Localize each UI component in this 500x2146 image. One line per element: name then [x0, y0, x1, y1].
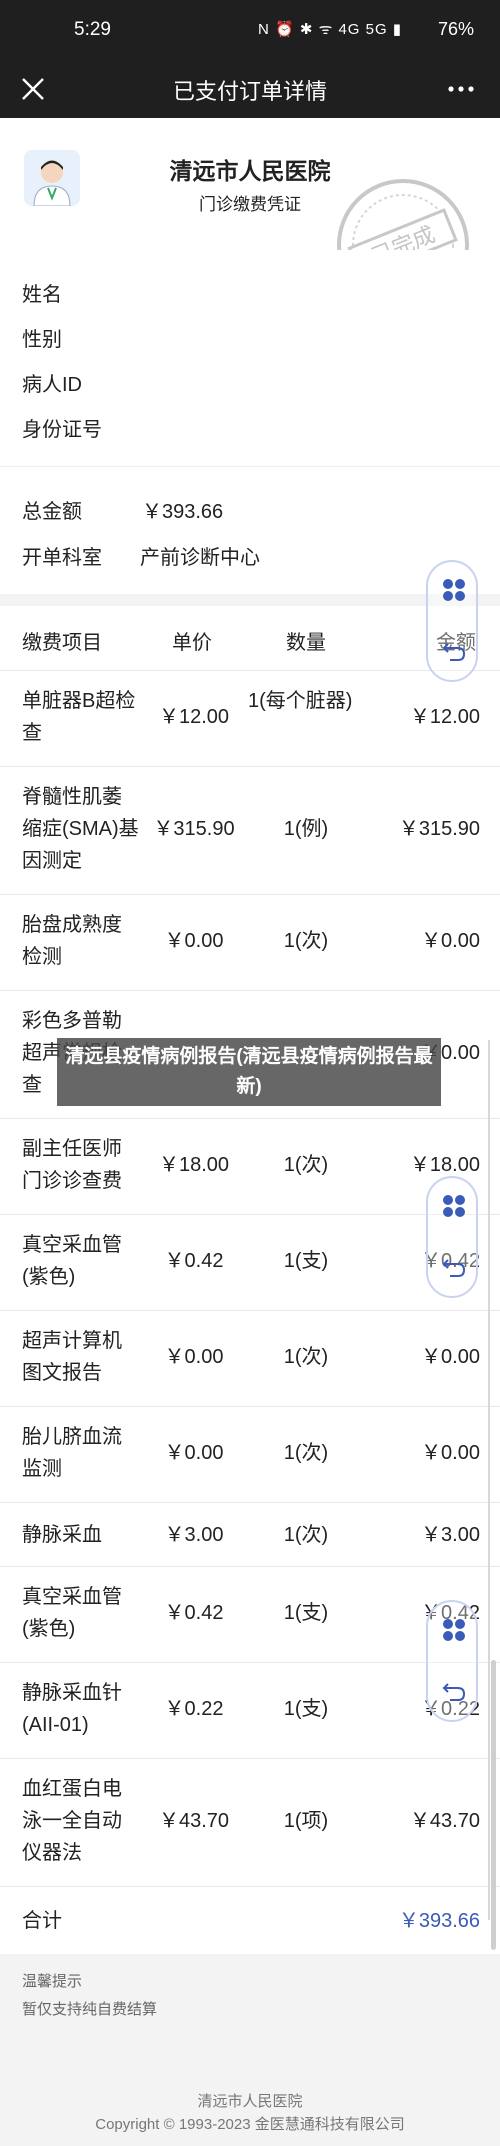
item-price: ￥315.90 [153, 818, 235, 840]
table-row: 胎盘成熟度检测 ￥0.00 1(次) ￥0.00 [0, 894, 500, 990]
page-title: 已支付订单详情 [172, 79, 327, 104]
table-row: 脊髓性肌萎缩症(SMA)基因测定 ￥315.90 1(例) ￥315.90 [0, 766, 500, 894]
hospital-header: 清远市人民医院 门诊缴费凭证 已完成 [0, 118, 500, 311]
item-price: ￥0.22 [164, 1698, 224, 1720]
item-price: ￥18.00 [158, 1154, 230, 1176]
item-amount: ￥43.70 [409, 1810, 480, 1832]
total-value: ￥393.66 [398, 1910, 480, 1932]
table-row: 真空采血管(紫色) ￥0.42 1(支) ￥0.42 [0, 1214, 500, 1310]
item-qty: 1(次) [283, 1524, 329, 1546]
patient-name-label: 姓名 [22, 284, 62, 306]
floating-menu-button[interactable] [426, 1176, 478, 1298]
item-name: 真空采血管(紫色) [22, 1586, 122, 1640]
patient-gender-label: 性别 [22, 329, 62, 351]
item-price: ￥0.00 [164, 930, 224, 952]
item-name: 静脉采血针(AII-01) [22, 1682, 122, 1736]
status-bar: 5:29 N ⏰ ✱ ᯤ 4G 5G ▮ 76% [0, 0, 500, 60]
table-row: 静脉采血 ￥3.00 1(次) ￥3.00 [0, 1502, 500, 1566]
table-row: 血红蛋白电泳一全自动仪器法 ￥43.70 1(项) ￥43.70 [0, 1758, 500, 1886]
item-amount: ￥12.00 [409, 706, 480, 728]
divider [488, 1040, 490, 1920]
item-qty: 1(每个脏器) [248, 690, 353, 712]
back-arrow-icon [442, 643, 466, 661]
back-arrow-icon [442, 1683, 466, 1701]
patient-id-label: 病人ID [22, 374, 82, 396]
grid-menu-icon [443, 579, 465, 601]
table-row: 静脉采血针(AII-01) ￥0.22 1(支) ￥0.22 [0, 1662, 500, 1758]
table-header: 缴费项目 单价 数量 金额 [0, 606, 500, 670]
total-amount-label: 总金额 [22, 501, 82, 523]
overlay-caption: 清远县疫情病例报告(清远县疫情病例报告最新) [57, 1038, 441, 1106]
grid-menu-icon [443, 1619, 465, 1641]
department-label: 开单科室 [22, 547, 102, 569]
item-name: 副主任医师门诊诊查费 [22, 1138, 122, 1192]
fee-table: 缴费项目 单价 数量 金额 单脏器B超检查 ￥12.00 1(每个脏器) ￥12… [0, 606, 500, 1954]
tips-body: 暂仅支持纯自费结算 [22, 2001, 158, 2018]
item-qty: 1(例) [283, 818, 329, 840]
item-qty: 1(次) [283, 1154, 329, 1176]
item-qty: 1(次) [283, 1346, 329, 1368]
floating-menu-button[interactable] [426, 560, 478, 682]
item-qty: 1(次) [283, 930, 329, 952]
item-amount: ￥315.90 [398, 818, 480, 840]
item-name: 胎盘成熟度检测 [22, 914, 122, 968]
table-row: 超声计算机图文报告 ￥0.00 1(次) ￥0.00 [0, 1310, 500, 1406]
item-name: 血红蛋白电泳一全自动仪器法 [22, 1778, 122, 1864]
back-arrow-icon [442, 1259, 466, 1277]
col-item-header: 缴费项目 [22, 632, 102, 654]
patient-idcard-label: 身份证号 [22, 419, 102, 441]
nav-bar: 已支付订单详情 [0, 60, 500, 118]
tips-title: 温馨提示 [22, 1973, 83, 1990]
table-row: 副主任医师门诊诊查费 ￥18.00 1(次) ￥18.00 [0, 1118, 500, 1214]
battery-level: 76% [438, 19, 475, 39]
item-qty: 1(项) [283, 1810, 329, 1832]
table-row: 胎儿脐血流监测 ￥0.00 1(次) ￥0.00 [0, 1406, 500, 1502]
more-icon[interactable] [444, 72, 478, 106]
item-name: 真空采血管(紫色) [22, 1234, 122, 1288]
order-summary: 总金额 ￥393.66 开单科室 产前诊断中心 [0, 466, 500, 594]
table-row: 真空采血管(紫色) ￥0.42 1(支) ￥0.42 [0, 1566, 500, 1662]
col-qty-header: 数量 [286, 632, 326, 654]
item-name: 单脏器B超检查 [22, 690, 136, 744]
item-qty: 1(支) [283, 1250, 329, 1272]
total-amount-value: ￥393.66 [142, 501, 224, 523]
item-price: ￥0.42 [164, 1250, 224, 1272]
item-price: ￥12.00 [158, 706, 230, 728]
status-time: 5:29 [74, 19, 111, 40]
floating-menu-button[interactable] [426, 1600, 478, 1722]
item-amount: ￥0.00 [421, 1442, 480, 1464]
item-amount: ￥0.00 [421, 1346, 480, 1368]
item-name: 超声计算机图文报告 [22, 1330, 122, 1384]
item-name: 胎儿脐血流监测 [22, 1426, 122, 1480]
footer-hospital: 清远市人民医院 [197, 2093, 303, 2110]
item-qty: 1(次) [283, 1442, 329, 1464]
item-amount: ￥18.00 [409, 1154, 480, 1176]
item-price: ￥0.00 [164, 1346, 224, 1368]
item-qty: 1(支) [283, 1698, 329, 1720]
grid-menu-icon [443, 1195, 465, 1217]
item-name: 脊髓性肌萎缩症(SMA)基因测定 [22, 786, 139, 872]
total-row: 合计 ￥393.66 [0, 1886, 500, 1954]
footer-copyright: Copyright © 1993-2023 金医慧通科技有限公司 [95, 2116, 405, 2133]
department-value: 产前诊断中心 [140, 547, 260, 569]
item-amount: ￥3.00 [421, 1524, 480, 1546]
status-icons: N ⏰ ✱ ᯤ 4G 5G ▮ [258, 21, 403, 38]
item-price: ￥3.00 [164, 1524, 224, 1546]
item-price: ￥0.42 [164, 1602, 224, 1624]
scrollbar[interactable] [491, 1660, 496, 1950]
total-label: 合计 [22, 1910, 62, 1932]
item-amount: ￥0.00 [421, 930, 480, 952]
item-price: ￥43.70 [158, 1810, 230, 1832]
item-qty: 1(支) [283, 1602, 329, 1624]
item-price: ￥0.00 [164, 1442, 224, 1464]
patient-info: 姓名 性别 病人ID 身份证号 [0, 250, 500, 466]
table-row: 单脏器B超检查 ￥12.00 1(每个脏器) ￥12.00 [0, 670, 500, 766]
item-name: 静脉采血 [22, 1524, 102, 1546]
col-price-header: 单价 [172, 632, 212, 654]
